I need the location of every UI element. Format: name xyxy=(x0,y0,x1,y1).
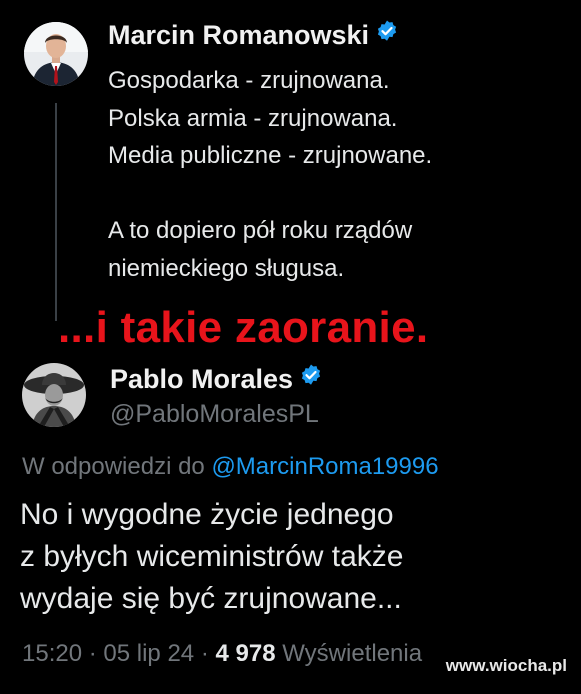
separator-dot: · xyxy=(200,640,209,667)
author-name[interactable]: Pablo Morales xyxy=(110,364,323,396)
tweet-text-line xyxy=(108,175,432,213)
avatar[interactable] xyxy=(22,363,86,427)
tweet-date[interactable]: 05 lip 24 xyxy=(103,640,194,667)
reply-context: W odpowiedzi do @MarcinRoma19996 xyxy=(22,453,439,481)
avatar[interactable] xyxy=(24,22,88,86)
separator-dot: · xyxy=(88,640,97,667)
tweet-text-line: niemieckiego sługusa. xyxy=(108,254,345,282)
tweet-text-line: A to dopiero pół roku rządów xyxy=(108,217,413,244)
author-name[interactable]: Marcin Romanowski xyxy=(108,20,399,52)
tweet-text-line: No i wygodne życie jednego xyxy=(20,498,394,531)
verified-badge-icon xyxy=(299,363,323,394)
site-watermark: www.wiocha.pl xyxy=(445,656,567,675)
views-label: Wyświetlenia xyxy=(282,640,423,667)
views-count[interactable]: 4 978 xyxy=(216,640,276,667)
tweet-text: Gospodarka - zrujnowana. Polska armia - … xyxy=(108,62,432,287)
tweet-text-line: z byłych wiceministrów także xyxy=(20,540,404,573)
tweet-text-line: Polska armia - zrujnowana. xyxy=(108,104,398,132)
tweet-text-line: Gospodarka - zrujnowana. xyxy=(108,67,390,94)
thread-connector-line xyxy=(55,103,57,321)
verified-badge-icon xyxy=(375,19,399,50)
reply-mention-link[interactable]: @MarcinRoma19996 xyxy=(211,453,438,480)
tweet-text: No i wygodne życie jednego z byłych wice… xyxy=(20,494,403,620)
tweet-text-line: Media publiczne - zrujnowane. xyxy=(108,142,433,169)
tweet-text-line: wydaje się być zrujnowane... xyxy=(20,582,402,615)
tweet-time[interactable]: 15:20 xyxy=(22,640,82,667)
reply-prefix: W odpowiedzi do xyxy=(22,453,205,480)
tweet-metadata: 15:20 · 05 lip 24 · 4 978 Wyświetlenia xyxy=(22,640,422,668)
author-handle[interactable]: @PabloMoralesPL xyxy=(110,400,319,429)
meme-caption: ...i takie zaoranie. xyxy=(58,303,429,352)
